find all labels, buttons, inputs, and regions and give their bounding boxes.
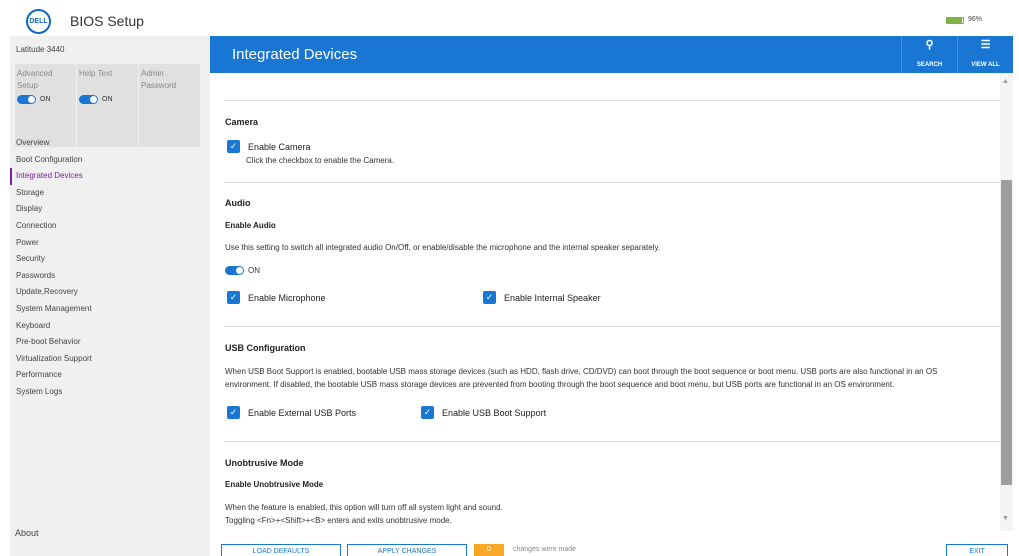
tile-label: Admin Password [141, 69, 177, 90]
load-defaults-button[interactable]: LOAD DEFAULTS [221, 544, 341, 556]
sidebar-item-connection[interactable]: Connection [10, 218, 210, 235]
settings-content: Camera ✓ Enable Camera Click the checkbo… [210, 73, 1000, 531]
checkbox-label: Enable Internal Speaker [504, 292, 601, 303]
help-text-toggle[interactable]: ON [79, 95, 113, 104]
toggle-switch-icon [225, 266, 244, 275]
camera-hint: Click the checkbox to enable the Camera. [246, 156, 395, 165]
checkbox-checked-icon: ✓ [483, 291, 496, 304]
section-title-usb: USB Configuration [225, 343, 306, 353]
page-title: Integrated Devices [232, 46, 358, 63]
scroll-up-arrow-icon[interactable]: ▲ [1002, 78, 1009, 85]
enable-microphone-checkbox[interactable]: ✓ Enable Microphone [227, 291, 326, 304]
about-link[interactable]: About [15, 528, 39, 538]
checkbox-checked-icon: ✓ [227, 291, 240, 304]
view-all-button[interactable]: ☰ VIEW ALL [957, 36, 1013, 73]
sidebar-item-virtualization-support[interactable]: Virtualization Support [10, 351, 210, 368]
tree-icon: ☰ [980, 39, 991, 51]
page-header: Integrated Devices ⚲ SEARCH ☰ VIEW ALL [210, 36, 1013, 73]
checkbox-checked-icon: ✓ [227, 140, 240, 153]
sidebar-item-performance[interactable]: Performance [10, 367, 210, 384]
checkbox-checked-icon: ✓ [227, 406, 240, 419]
enable-external-usb-ports-checkbox[interactable]: ✓ Enable External USB Ports [227, 406, 356, 419]
enable-camera-checkbox[interactable]: ✓ Enable Camera [227, 140, 311, 153]
scroll-down-arrow-icon[interactable]: ▼ [1002, 515, 1009, 522]
advanced-setup-toggle[interactable]: ON [17, 95, 51, 104]
checkbox-label: Enable Camera [248, 141, 311, 152]
enable-internal-speaker-checkbox[interactable]: ✓ Enable Internal Speaker [483, 291, 601, 304]
top-bar: DELL BIOS Setup 96% [0, 0, 1019, 36]
toggle-state: ON [248, 266, 260, 275]
sidebar-item-power[interactable]: Power [10, 235, 210, 252]
sidebar: Latitude 3440 Advanced Setup ON Help Tex… [10, 36, 210, 556]
checkbox-checked-icon: ✓ [421, 406, 434, 419]
sidebar-item-passwords[interactable]: Passwords [10, 268, 210, 285]
sidebar-item-system-logs[interactable]: System Logs [10, 384, 210, 401]
section-title-audio: Audio [225, 198, 251, 208]
section-title-camera: Camera [225, 117, 259, 127]
section-title-unobtrusive-mode: Unobtrusive Mode [225, 458, 304, 468]
sidebar-item-pre-boot-behavior[interactable]: Pre-boot Behavior [10, 334, 210, 351]
sidebar-item-security[interactable]: Security [10, 251, 210, 268]
battery-icon [946, 17, 964, 24]
search-icon: ⚲ [925, 39, 934, 51]
enable-audio-title: Enable Audio [225, 221, 276, 230]
apply-changes-button[interactable]: APPLY CHANGES [347, 544, 467, 556]
sidebar-item-keyboard[interactable]: Keyboard [10, 318, 210, 335]
sidebar-item-update-recovery[interactable]: Update,Recovery [10, 284, 210, 301]
search-button[interactable]: ⚲ SEARCH [901, 36, 957, 73]
divider [224, 100, 1000, 101]
changes-count-badge: 0 [474, 544, 504, 556]
checkbox-label: Enable USB Boot Support [442, 407, 547, 418]
tile-label: Advanced Setup [17, 69, 53, 90]
view-all-button-label: VIEW ALL [971, 62, 1000, 68]
checkbox-label: Enable External USB Ports [248, 407, 357, 418]
sidebar-item-display[interactable]: Display [10, 201, 210, 218]
toggle-state: ON [102, 96, 113, 103]
scrollbar-thumb[interactable] [1001, 180, 1012, 485]
audio-description: Use this setting to switch all integrate… [225, 243, 661, 252]
search-button-label: SEARCH [916, 62, 943, 68]
enable-unobtrusive-mode-title: Enable Unobtrusive Mode [225, 480, 324, 489]
toggle-switch-icon [17, 95, 36, 104]
usb-description: When USB Boot Support is enabled, bootab… [225, 367, 938, 389]
sidebar-nav: Overview Boot Configuration Integrated D… [10, 135, 210, 401]
sidebar-item-overview[interactable]: Overview [10, 135, 210, 152]
changes-status-text: changes were made [513, 546, 577, 553]
divider [224, 441, 1000, 442]
divider [224, 326, 1000, 327]
toggle-state: ON [40, 96, 51, 103]
sidebar-item-boot-configuration[interactable]: Boot Configuration [10, 152, 210, 169]
exit-button[interactable]: EXIT [946, 544, 1008, 556]
enable-audio-toggle[interactable]: ON [225, 266, 260, 275]
sidebar-item-storage[interactable]: Storage [10, 185, 210, 202]
model-name: Latitude 3440 [16, 45, 65, 54]
tile-label: Help Text [79, 69, 113, 78]
unobtrusive-line-1: When the feature is enabled, this option… [225, 503, 503, 512]
app-title: BIOS Setup [70, 13, 144, 29]
sidebar-item-integrated-devices[interactable]: Integrated Devices [10, 168, 210, 185]
enable-usb-boot-support-checkbox[interactable]: ✓ Enable USB Boot Support [421, 406, 546, 419]
battery-percent: 96% [968, 16, 983, 23]
unobtrusive-line-2: Toggling <Fn>+<Shift>+<B> enters and exi… [225, 516, 452, 525]
divider [224, 182, 1000, 183]
checkbox-label: Enable Microphone [248, 292, 326, 303]
battery-level-fill [947, 18, 963, 23]
dell-logo: DELL [26, 9, 51, 34]
sidebar-item-system-management[interactable]: System Management [10, 301, 210, 318]
toggle-switch-icon [79, 95, 98, 104]
